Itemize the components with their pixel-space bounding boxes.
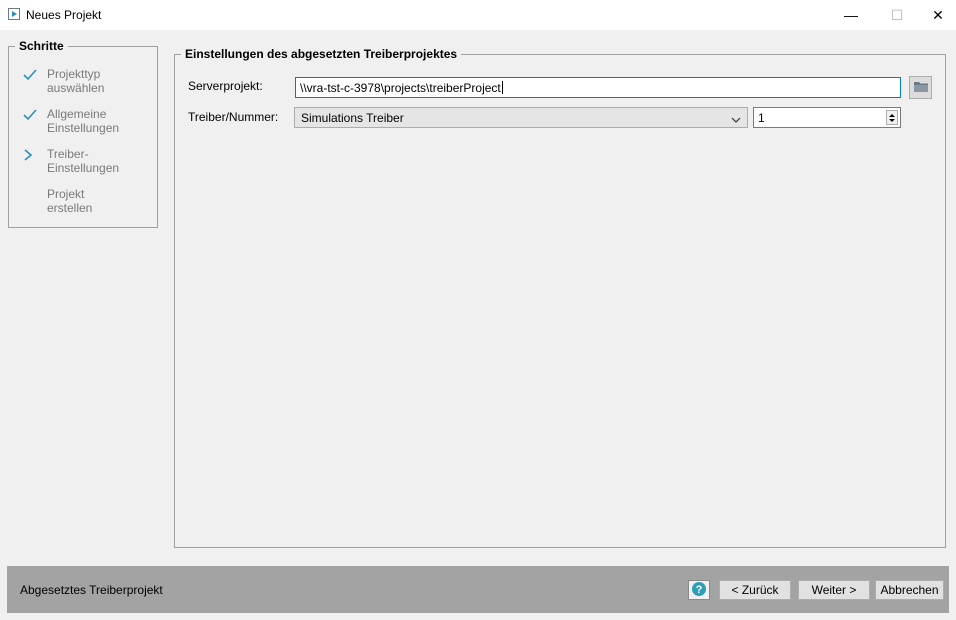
step-label: Projekt erstellen <box>47 187 93 215</box>
driver-select[interactable]: Simulations Treiber <box>294 107 748 128</box>
help-icon: ? <box>691 581 707 600</box>
step-projekt-erstellen: Projekt erstellen <box>19 187 157 215</box>
steps-panel: Schritte Projekttyp auswählen Allgemeine… <box>8 39 158 228</box>
step-projekttyp: Projekttyp auswählen <box>19 67 157 95</box>
check-icon <box>19 107 47 135</box>
folder-icon <box>913 80 929 96</box>
chevron-down-icon <box>731 113 741 127</box>
server-project-value: \\vra-tst-c-3978\projects\treiberProject <box>300 80 501 95</box>
stepper-down-icon[interactable] <box>889 118 895 122</box>
stepper-buttons[interactable] <box>886 110 898 125</box>
step-label: Projekttyp auswählen <box>47 67 105 95</box>
driver-number-value: 1 <box>758 110 765 125</box>
window-title: Neues Projekt <box>26 8 102 22</box>
driver-select-value: Simulations Treiber <box>301 110 404 125</box>
server-project-input[interactable]: \\vra-tst-c-3978\projects\treiberProject <box>295 77 901 98</box>
driver-number-stepper[interactable]: 1 <box>753 107 901 128</box>
help-button[interactable]: ? <box>688 580 710 600</box>
step-treiber: Treiber- Einstellungen <box>19 147 157 175</box>
cancel-button[interactable]: Abbrechen <box>875 580 944 600</box>
svg-text:?: ? <box>696 584 703 596</box>
step-label: Allgemeine Einstellungen <box>47 107 120 135</box>
check-icon <box>19 67 47 95</box>
step-allgemeine: Allgemeine Einstellungen <box>19 107 157 135</box>
chevron-right-icon <box>19 147 47 175</box>
title-bar: Neues Projekt — ☐ ✕ <box>0 0 956 30</box>
footer-bar: Abgesetztes Treiberprojekt ? < Zurück We… <box>7 566 949 613</box>
server-project-label: Serverprojekt: <box>188 79 263 93</box>
maximize-button[interactable]: ☐ <box>874 0 920 30</box>
app-icon <box>8 8 20 20</box>
steps-title: Schritte <box>15 39 68 53</box>
back-button[interactable]: < Zurück <box>719 580 791 600</box>
minimize-button[interactable]: — <box>828 0 874 30</box>
browse-button[interactable] <box>909 76 932 99</box>
stepper-up-icon[interactable] <box>889 113 895 117</box>
next-button[interactable]: Weiter > <box>798 580 870 600</box>
step-label: Treiber- Einstellungen <box>47 147 120 175</box>
panel-title: Einstellungen des abgesetzten Treiberpro… <box>181 47 462 61</box>
driver-label: Treiber/Nummer: <box>188 110 279 124</box>
close-button[interactable]: ✕ <box>920 0 956 30</box>
footer-status-text: Abgesetztes Treiberprojekt <box>20 583 163 597</box>
driver-settings-panel: Einstellungen des abgesetzten Treiberpro… <box>174 47 946 548</box>
